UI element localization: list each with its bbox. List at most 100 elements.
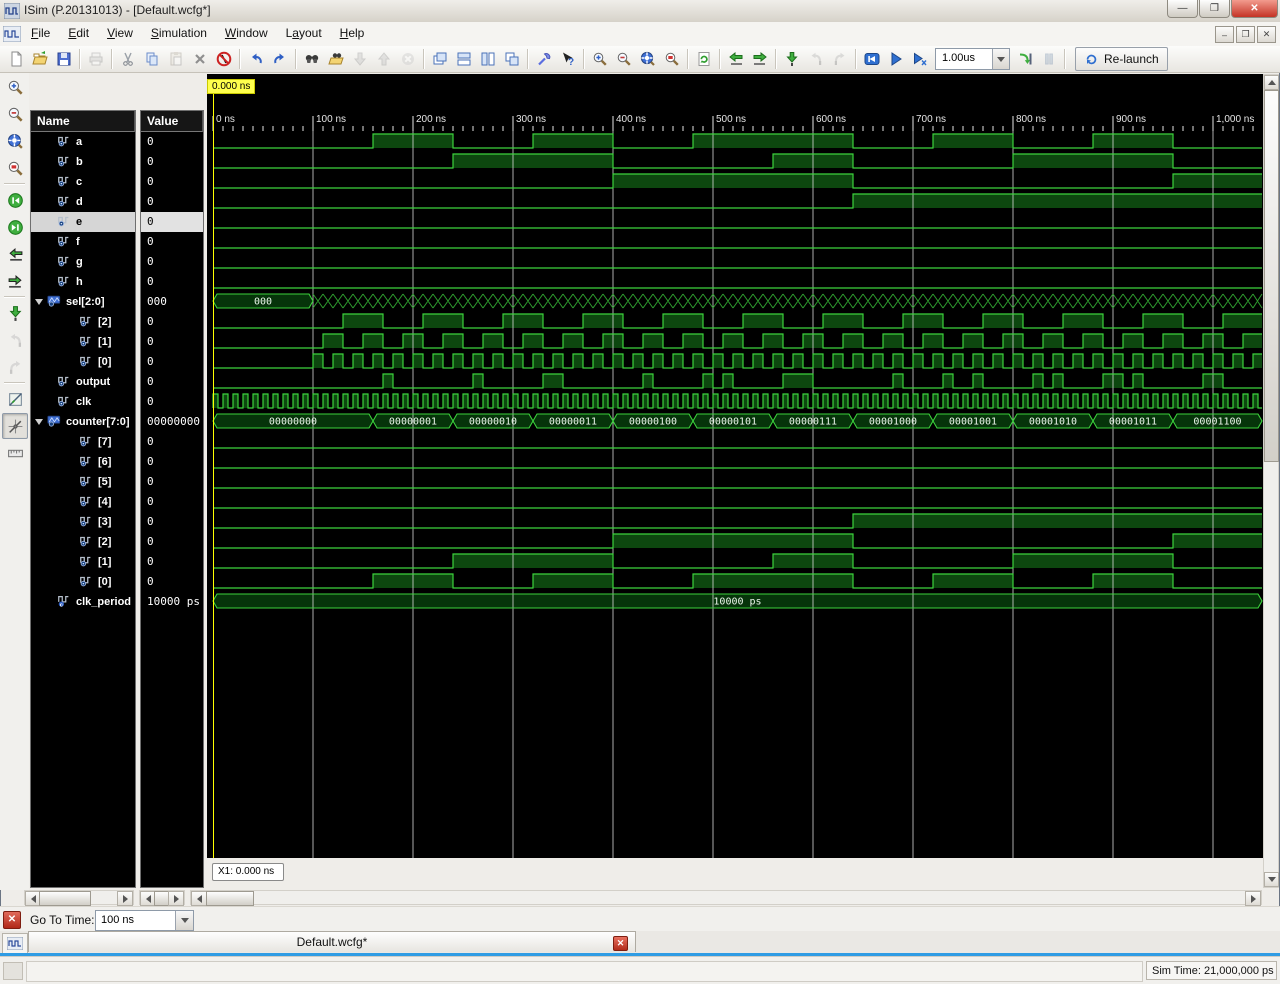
cascade-icon[interactable] (428, 47, 452, 71)
signal-row-g[interactable]: g (31, 252, 135, 272)
next-trans-icon[interactable] (2, 354, 28, 380)
whats-this-icon[interactable]: ? (556, 47, 580, 71)
paste-icon[interactable] (164, 47, 188, 71)
signal-value-c[interactable]: 0 (141, 172, 203, 192)
run-time-combobox[interactable]: 1.00us (935, 48, 1010, 70)
signal-value-d[interactable]: 0 (141, 192, 203, 212)
zoom-full-icon[interactable] (636, 47, 660, 71)
step-icon[interactable] (1013, 47, 1037, 71)
signal-row-a[interactable]: a (31, 132, 135, 152)
delete-icon[interactable] (188, 47, 212, 71)
crosshair-icon[interactable] (2, 413, 28, 439)
ruler-icon[interactable] (2, 440, 28, 466)
run-icon[interactable] (884, 47, 908, 71)
edge-next-icon[interactable] (2, 268, 28, 294)
wave-hscrollbar-thumb[interactable] (206, 891, 254, 906)
value-hscrollbar[interactable] (139, 890, 185, 905)
signal-row-2[interactable]: [2] (31, 532, 135, 552)
goto-dropdown-button[interactable] (175, 911, 193, 930)
add-marker-icon[interactable] (780, 47, 804, 71)
signal-row-7[interactable]: [7] (31, 432, 135, 452)
mdi-minimize-button[interactable]: – (1215, 26, 1234, 43)
new-icon[interactable] (4, 47, 28, 71)
signal-value-counter70[interactable]: 00000000 (141, 412, 203, 432)
signal-value-f[interactable]: 0 (141, 232, 203, 252)
close-button[interactable]: ✕ (1231, 0, 1278, 18)
arrow-up-icon[interactable] (372, 47, 396, 71)
goto-time-combobox[interactable]: 100 ns (95, 910, 194, 931)
signal-value-1[interactable]: 0 (141, 552, 203, 572)
find-files-icon[interactable] (324, 47, 348, 71)
signal-row-0[interactable]: [0] (31, 572, 135, 592)
signal-value-2[interactable]: 0 (141, 532, 203, 552)
zoom-in-icon[interactable] (2, 74, 28, 100)
value-column-header[interactable]: Value (141, 111, 203, 132)
wave-tab-icon[interactable] (2, 933, 28, 954)
prev-trans-icon[interactable] (2, 327, 28, 353)
signal-row-2[interactable]: [2] (31, 312, 135, 332)
name-column-header[interactable]: Name (31, 111, 135, 132)
goto-end-icon[interactable] (2, 214, 28, 240)
zoom-out-icon[interactable] (612, 47, 636, 71)
waveform-viewport[interactable]: 0000000000000000001000000100000001100000… (207, 74, 1263, 858)
pause-icon[interactable] (1037, 47, 1061, 71)
menu-file[interactable]: File (22, 22, 59, 46)
copy-icon[interactable] (140, 47, 164, 71)
signal-row-h[interactable]: h (31, 272, 135, 292)
arrow-down-icon[interactable] (348, 47, 372, 71)
signal-value-a[interactable]: 0 (141, 132, 203, 152)
collapse-triangle-icon[interactable] (35, 299, 43, 305)
signal-value-b[interactable]: 0 (141, 152, 203, 172)
signal-value-1[interactable]: 0 (141, 332, 203, 352)
signal-value-7[interactable]: 0 (141, 432, 203, 452)
menu-view[interactable]: View (98, 22, 142, 46)
signal-value-0[interactable]: 0 (141, 572, 203, 592)
zoom-sel-icon[interactable] (2, 155, 28, 181)
signal-value-output[interactable]: 0 (141, 372, 203, 392)
arrange-icon[interactable] (500, 47, 524, 71)
wave-vscrollbar-thumb[interactable] (1264, 90, 1279, 462)
tile-h-icon[interactable] (452, 47, 476, 71)
signal-value-h[interactable]: 0 (141, 272, 203, 292)
signal-row-clk[interactable]: clk (31, 392, 135, 412)
wave-hscrollbar[interactable] (190, 890, 1262, 905)
zoom-full-icon[interactable] (2, 128, 28, 154)
snap-icon[interactable] (2, 386, 28, 412)
signal-value-4[interactable]: 0 (141, 492, 203, 512)
run-time-value[interactable]: 1.00us (936, 49, 992, 69)
signal-row-5[interactable]: [5] (31, 472, 135, 492)
add-marker-icon[interactable] (2, 300, 28, 326)
goto-prev-icon[interactable] (724, 47, 748, 71)
tile-v-icon[interactable] (476, 47, 500, 71)
signal-value-clk_period[interactable]: 10000 ps (141, 592, 203, 612)
cancel-icon[interactable] (396, 47, 420, 71)
print-icon[interactable] (84, 47, 108, 71)
signal-row-1[interactable]: [1] (31, 552, 135, 572)
signal-row-6[interactable]: [6] (31, 452, 135, 472)
signal-value-0[interactable]: 0 (141, 352, 203, 372)
signal-row-4[interactable]: [4] (31, 492, 135, 512)
cut-icon[interactable] (116, 47, 140, 71)
undo-icon[interactable] (244, 47, 268, 71)
open-icon[interactable] (28, 47, 52, 71)
signal-value-clk[interactable]: 0 (141, 392, 203, 412)
signal-row-f[interactable]: f (31, 232, 135, 252)
signal-row-b[interactable]: b (31, 152, 135, 172)
menu-help[interactable]: Help (331, 22, 374, 46)
signal-value-3[interactable]: 0 (141, 512, 203, 532)
restart-icon[interactable] (860, 47, 884, 71)
signal-row-sel20[interactable]: sel[2:0] (31, 292, 135, 312)
collapse-triangle-icon[interactable] (35, 419, 43, 425)
name-hscrollbar-thumb[interactable] (39, 891, 91, 906)
signal-value-5[interactable]: 0 (141, 472, 203, 492)
redo-icon[interactable] (268, 47, 292, 71)
signal-row-0[interactable]: [0] (31, 352, 135, 372)
next-trans-icon[interactable] (828, 47, 852, 71)
name-hscrollbar[interactable] (24, 890, 134, 905)
zoom-sel-icon[interactable] (660, 47, 684, 71)
goto-time-value[interactable]: 100 ns (96, 911, 175, 930)
signal-row-counter70[interactable]: counter[7:0] (31, 412, 135, 432)
signal-value-e[interactable]: 0 (141, 212, 203, 232)
signal-row-3[interactable]: [3] (31, 512, 135, 532)
find-icon[interactable] (300, 47, 324, 71)
